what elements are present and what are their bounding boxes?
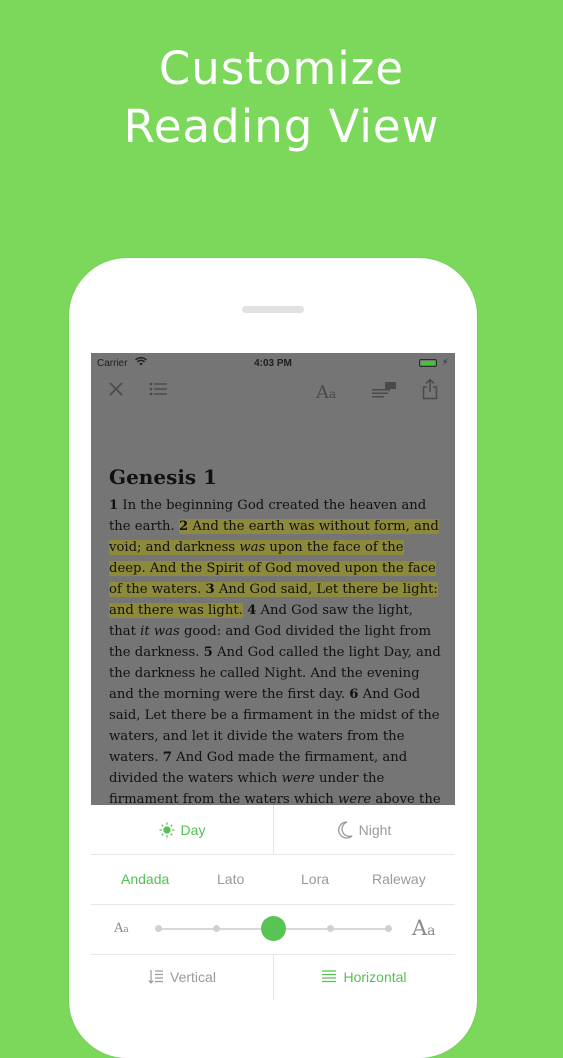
horizontal-scroll-icon [322,970,337,983]
vertical-scroll-icon [148,970,164,984]
moon-icon [337,820,353,839]
verse-number: 4 [247,603,257,618]
font-settings-button[interactable]: Aa [316,382,336,403]
status-bar: Carrier 4:03 PM ⚡ [91,353,455,373]
night-mode-button[interactable]: Night [273,805,455,854]
night-mode-label: Night [358,821,392,838]
font-option-raleway[interactable]: Raleway [372,871,426,887]
font-option-lato[interactable]: Lato [217,871,244,887]
notes-icon[interactable] [371,381,397,399]
verse-number: 7 [162,750,172,765]
list-icon[interactable] [149,381,169,397]
reading-content: Genesis 1 1 In the beginning God created… [109,465,444,831]
share-icon[interactable] [422,378,438,400]
reader-dimmed-area[interactable]: Carrier 4:03 PM ⚡ Aa Genesis 1 1 In the … [91,353,455,828]
status-time: 4:03 PM [254,358,292,369]
smaller-text-label: A [114,921,124,936]
scroll-direction-row: Vertical Horizontal [91,954,455,1000]
reading-settings-panel: Day Night Andada Lato Lora Raleway Aa Aa [91,805,455,1000]
charging-icon: ⚡ [442,357,449,367]
larger-text-label: A [412,916,428,940]
horizontal-scroll-label: Horizontal [343,969,407,985]
reader-toolbar: Aa [91,377,455,407]
headline: Customize Reading View [0,40,563,156]
font-size-stop[interactable] [327,925,334,932]
verse-text: was [239,540,266,555]
font-size-slider-knob[interactable] [261,916,286,941]
font-settings-label-big: A [316,382,329,403]
verse-number: 5 [203,645,213,660]
day-mode-button[interactable]: Day [91,805,274,854]
verse-text: were [281,771,315,786]
verse-number: 1 [109,498,119,513]
larger-text-sub: a [427,923,436,939]
battery-icon [419,359,437,367]
vertical-scroll-button[interactable]: Vertical [91,954,274,1000]
font-size-stop[interactable] [155,925,162,932]
phone-speaker [242,306,304,313]
verse-number: 2 [178,519,189,534]
font-option-andada[interactable]: Andada [121,871,169,887]
verse-text: it was [140,624,180,639]
headline-line-1: Customize [158,42,405,95]
font-family-row: Andada Lato Lora Raleway [91,854,455,905]
chapter-title: Genesis 1 [109,465,218,489]
day-mode-label: Day [180,821,206,838]
smaller-text-sub: a [123,925,129,935]
verse-number: 3 [205,582,215,597]
larger-text-icon: Aa [412,916,436,940]
font-size-stop[interactable] [213,925,220,932]
phone-screen: Carrier 4:03 PM ⚡ Aa Genesis 1 1 In the … [91,353,455,1000]
theme-row: Day Night [91,805,455,855]
font-size-row: Aa Aa [91,904,455,955]
font-size-stop[interactable] [385,925,392,932]
sun-icon [159,822,175,837]
horizontal-scroll-button[interactable]: Horizontal [273,954,455,1000]
chapter-passage: 1 In the beginning God created the heave… [109,495,444,831]
headline-line-2: Reading View [123,100,440,153]
close-icon[interactable] [108,381,124,397]
font-settings-label-small: a [329,387,337,401]
font-option-lora[interactable]: Lora [301,871,329,887]
vertical-scroll-label: Vertical [170,969,216,985]
smaller-text-icon: Aa [114,921,129,936]
